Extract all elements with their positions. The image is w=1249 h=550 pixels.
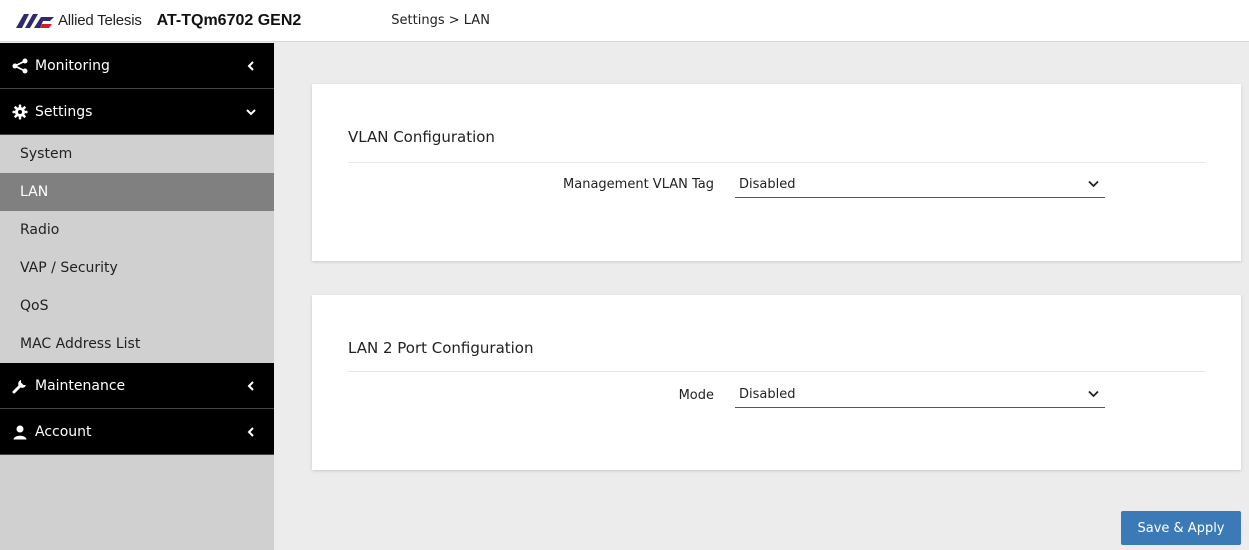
sidebar: Monitoring Settings System LAN Radio VAP… xyxy=(0,43,274,550)
chevron-left-icon xyxy=(244,380,258,391)
chevron-down-icon xyxy=(1088,177,1099,192)
allied-telesis-logo-icon xyxy=(16,13,54,28)
divider xyxy=(348,371,1205,372)
brand-logo: Allied Telesis xyxy=(16,0,142,42)
lan2-port-configuration-card: LAN 2 Port Configuration Mode Disabled xyxy=(312,295,1241,470)
user-icon xyxy=(10,422,30,442)
card-title: LAN 2 Port Configuration xyxy=(348,339,534,357)
sidebar-item-system[interactable]: System xyxy=(0,135,274,173)
nav-section-monitoring[interactable]: Monitoring xyxy=(0,43,274,89)
nav-section-label: Account xyxy=(35,423,92,440)
nav-section-label: Maintenance xyxy=(35,377,126,394)
brand-name: Allied Telesis xyxy=(58,12,142,29)
nav-section-settings[interactable]: Settings xyxy=(0,89,274,135)
card-title: VLAN Configuration xyxy=(348,128,495,146)
chevron-down-icon xyxy=(1088,387,1099,402)
wrench-icon xyxy=(10,376,30,396)
top-bar: Allied Telesis AT-TQm6702 GEN2 Settings … xyxy=(0,0,1249,42)
nav-section-account[interactable]: Account xyxy=(0,409,274,455)
nav-section-label: Monitoring xyxy=(35,57,110,74)
mode-select[interactable]: Disabled xyxy=(735,382,1105,408)
sidebar-item-radio[interactable]: Radio xyxy=(0,211,274,249)
breadcrumb: Settings > LAN xyxy=(391,13,490,28)
management-vlan-tag-select[interactable]: Disabled xyxy=(735,172,1105,198)
chevron-down-icon xyxy=(244,108,258,116)
management-vlan-tag-label: Management VLAN Tag xyxy=(563,177,714,192)
sidebar-item-lan[interactable]: LAN xyxy=(0,173,274,211)
gear-icon xyxy=(10,102,30,122)
select-value: Disabled xyxy=(739,177,796,192)
share-icon xyxy=(10,56,30,76)
sidebar-item-mac-address-list[interactable]: MAC Address List xyxy=(0,325,274,363)
device-model: AT-TQm6702 GEN2 xyxy=(156,11,302,29)
chevron-left-icon xyxy=(244,426,258,437)
divider xyxy=(348,162,1205,163)
sidebar-item-vap-security[interactable]: VAP / Security xyxy=(0,249,274,287)
vlan-configuration-card: VLAN Configuration Management VLAN Tag D… xyxy=(312,84,1241,261)
chevron-left-icon xyxy=(244,60,258,71)
nav-section-label: Settings xyxy=(35,103,93,120)
mode-label: Mode xyxy=(678,388,714,403)
nav-section-maintenance[interactable]: Maintenance xyxy=(0,363,274,409)
save-apply-button[interactable]: Save & Apply xyxy=(1121,511,1241,545)
select-value: Disabled xyxy=(739,387,796,402)
sidebar-item-qos[interactable]: QoS xyxy=(0,287,274,325)
